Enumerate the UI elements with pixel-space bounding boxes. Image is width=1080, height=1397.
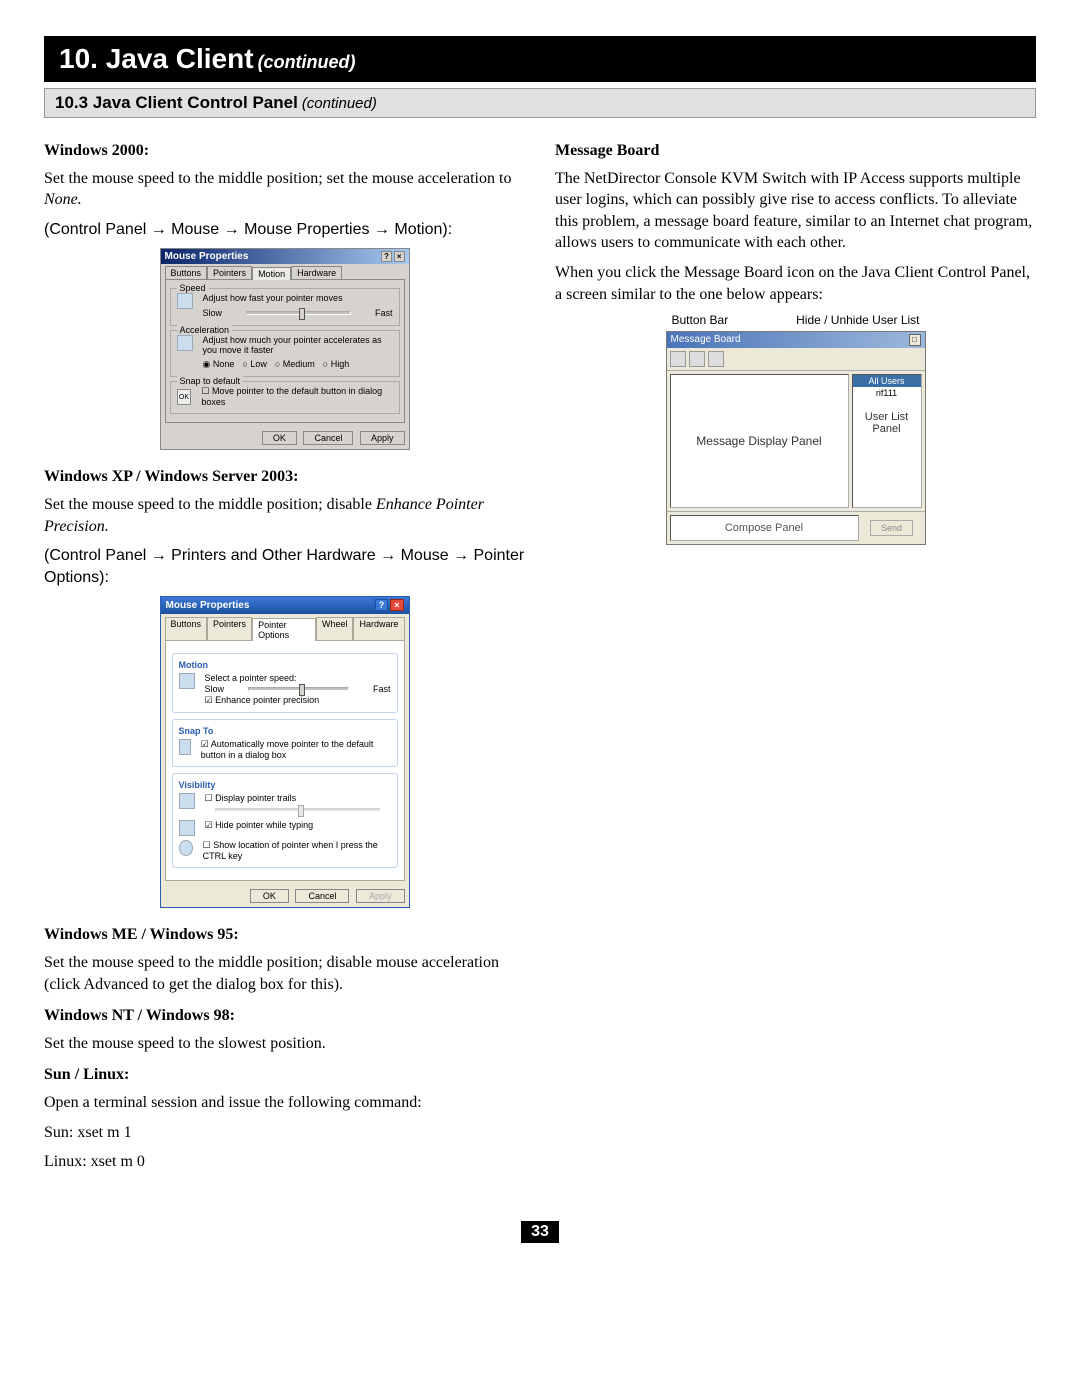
user-list-item[interactable]: rif111 — [853, 387, 921, 399]
figure-message-board: Button Bar Hide / Unhide User List Messa… — [555, 313, 1036, 545]
command-sun: Sun: xset m 1 — [44, 1122, 525, 1144]
radio-medium[interactable]: Medium — [275, 359, 315, 370]
figure-mouse-properties-winxp: Mouse Properties ?× Buttons Pointers Poi… — [44, 596, 525, 908]
snap-icon: OK — [177, 389, 192, 405]
tab-buttons[interactable]: Buttons — [165, 617, 208, 640]
tab-pointer-options[interactable]: Pointer Options — [252, 618, 316, 641]
cancel-button[interactable]: Cancel — [295, 889, 349, 903]
checkbox-snap-to[interactable]: Automatically move pointer to the defaul… — [201, 739, 391, 760]
text-windows-xp: Set the mouse speed to the middle positi… — [44, 494, 525, 537]
heading-windows-2000: Windows 2000: — [44, 140, 525, 162]
chapter-continued: (continued) — [258, 52, 356, 72]
help-button[interactable]: ? — [381, 251, 392, 262]
ok-button[interactable]: OK — [262, 431, 297, 445]
text-windows-nt: Set the mouse speed to the slowest posit… — [44, 1033, 525, 1055]
mouse-icon — [177, 293, 193, 309]
figure-mouse-properties-win2000: Mouse Properties ?× Buttons Pointers Mot… — [44, 248, 525, 450]
chapter-header-bar: 10. Java Client (continued) — [44, 36, 1036, 82]
dialog-titlebar: Mouse Properties ?× — [161, 249, 409, 264]
path-windows-2000: (Control Panel → Mouse → Mouse Propertie… — [44, 219, 525, 241]
tab-hardware[interactable]: Hardware — [353, 617, 404, 640]
checkbox-hide-while-typing[interactable]: Hide pointer while typing — [205, 820, 314, 836]
minimize-icon[interactable]: □ — [909, 334, 921, 346]
msgboard-toolbar — [667, 348, 925, 371]
checkbox-enhance-precision[interactable]: Enhance pointer precision — [205, 695, 391, 706]
tab-pointers[interactable]: Pointers — [207, 266, 252, 279]
snapto-icon — [179, 739, 191, 755]
section-continued: (continued) — [302, 95, 377, 112]
msgboard-titlebar: Message Board □ — [667, 332, 925, 348]
heading-windows-nt: Windows NT / Windows 98: — [44, 1005, 525, 1027]
tab-hardware[interactable]: Hardware — [291, 266, 342, 279]
tab-pointers[interactable]: Pointers — [207, 617, 252, 640]
left-column: Windows 2000: Set the mouse speed to the… — [44, 130, 525, 1181]
dialog-tabs: Buttons Pointers Motion Hardware — [161, 264, 409, 279]
radio-low[interactable]: Low — [242, 359, 266, 370]
radio-none[interactable]: None — [203, 359, 235, 370]
send-button[interactable]: Send — [870, 520, 913, 536]
hide-pointer-icon — [179, 820, 195, 836]
label-hide-userlist: Hide / Unhide User List — [796, 313, 919, 327]
compose-panel[interactable]: Compose Panel — [670, 515, 859, 541]
apply-button[interactable]: Apply — [360, 431, 405, 445]
user-list-panel: All Users rif111 User List Panel — [852, 374, 922, 508]
apply-button[interactable]: Apply — [356, 889, 405, 903]
checkbox-pointer-trails[interactable]: Display pointer trails — [205, 793, 391, 804]
chapter-title: 10. Java Client — [59, 43, 254, 74]
text-windows-me: Set the mouse speed to the middle positi… — [44, 952, 525, 995]
text-message-board-2: When you click the Message Board icon on… — [555, 262, 1036, 305]
trails-icon — [179, 793, 195, 809]
heading-windows-me: Windows ME / Windows 95: — [44, 924, 525, 946]
right-column: Message Board The NetDirector Console KV… — [555, 130, 1036, 1181]
command-linux: Linux: xset m 0 — [44, 1151, 525, 1173]
heading-sun-linux: Sun / Linux: — [44, 1064, 525, 1086]
section-header-bar: 10.3 Java Client Control Panel (continue… — [44, 88, 1036, 118]
pointer-icon — [179, 673, 195, 689]
trails-slider — [215, 808, 381, 812]
text-windows-2000: Set the mouse speed to the middle positi… — [44, 168, 525, 211]
toolbar-icon-1[interactable] — [670, 351, 686, 367]
dialog-titlebar-xp: Mouse Properties ?× — [161, 597, 409, 614]
dialog-tabs-xp: Buttons Pointers Pointer Options Wheel H… — [161, 614, 409, 640]
text-sun-linux: Open a terminal session and issue the fo… — [44, 1092, 525, 1114]
speed-slider-xp[interactable] — [248, 687, 349, 691]
tab-motion[interactable]: Motion — [252, 267, 291, 280]
tab-wheel[interactable]: Wheel — [316, 617, 354, 640]
path-windows-xp: (Control Panel → Printers and Other Hard… — [44, 545, 525, 588]
checkbox-ctrl-locate[interactable]: Show location of pointer when I press th… — [203, 840, 391, 861]
page-number: 33 — [44, 1221, 1036, 1243]
help-button[interactable]: ? — [375, 599, 389, 611]
ok-button[interactable]: OK — [250, 889, 289, 903]
section-title: 10.3 Java Client Control Panel — [55, 93, 298, 112]
label-button-bar: Button Bar — [672, 313, 729, 327]
message-display-panel: Message Display Panel — [670, 374, 849, 508]
ctrl-locate-icon — [179, 840, 193, 856]
toolbar-icon-3[interactable] — [708, 351, 724, 367]
radio-high[interactable]: High — [323, 359, 349, 370]
close-button[interactable]: × — [394, 251, 405, 262]
speed-slider[interactable] — [246, 311, 351, 315]
close-button[interactable]: × — [390, 599, 403, 611]
text-message-board-1: The NetDirector Console KVM Switch with … — [555, 168, 1036, 254]
checkbox-snap-default[interactable]: Move pointer to the default button in di… — [201, 386, 392, 407]
cancel-button[interactable]: Cancel — [303, 431, 353, 445]
toolbar-icon-2[interactable] — [689, 351, 705, 367]
heading-windows-xp: Windows XP / Windows Server 2003: — [44, 466, 525, 488]
heading-message-board: Message Board — [555, 140, 1036, 162]
tab-buttons[interactable]: Buttons — [165, 266, 208, 279]
acceleration-icon — [177, 335, 193, 351]
